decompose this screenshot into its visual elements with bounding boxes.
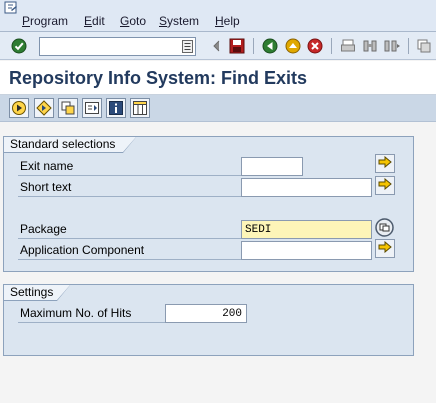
exit-name-label: Exit name: [20, 159, 74, 173]
maximum-hits-input[interactable]: [165, 304, 247, 323]
field-underline: [18, 196, 242, 197]
find-icon[interactable]: [360, 36, 380, 56]
enter-icon[interactable]: [9, 36, 29, 56]
multiple-selection-arrow-icon: [378, 177, 392, 193]
multiple-selection-arrow-icon: [378, 155, 392, 171]
command-input[interactable]: [40, 38, 180, 55]
toolbar-separator: [253, 38, 254, 54]
settings-group: Settings Maximum No. of Hits: [3, 284, 414, 356]
field-underline: [18, 238, 242, 239]
short-text-label: Short text: [20, 180, 72, 194]
short-text-multiple-selection-button[interactable]: [375, 176, 395, 195]
package-input[interactable]: [241, 220, 372, 239]
cancel-icon[interactable]: [305, 36, 325, 56]
application-component-label: Application Component: [20, 243, 145, 257]
multiple-selection-arrow-icon: [378, 240, 392, 256]
menu-bar: Program Edit Goto System Help: [0, 0, 436, 32]
application-toolbar: [0, 95, 436, 122]
package-search-help-button[interactable]: [374, 218, 394, 240]
menu-system[interactable]: System: [159, 14, 199, 28]
menu-help[interactable]: Help: [215, 14, 240, 28]
field-underline: [18, 322, 166, 323]
system-menu-icon[interactable]: [4, 1, 22, 15]
exit-icon[interactable]: [283, 36, 303, 56]
package-label: Package: [20, 222, 67, 236]
menu-program[interactable]: Program: [22, 14, 68, 28]
layout-icon[interactable]: [130, 98, 150, 118]
exit-name-input[interactable]: [241, 157, 303, 176]
application-component-input[interactable]: [241, 241, 372, 260]
toolbar-separator: [331, 38, 332, 54]
create-session-icon[interactable]: [414, 36, 434, 56]
standard-selections-group: Standard selections Exit name Short text…: [3, 136, 414, 272]
title-bar: Repository Info System: Find Exits: [0, 61, 436, 95]
exit-name-multiple-selection-button[interactable]: [375, 154, 395, 173]
print-icon[interactable]: [338, 36, 358, 56]
field-underline: [18, 259, 242, 260]
back-nav-icon[interactable]: [206, 36, 226, 56]
dynamic-selection-icon[interactable]: [82, 98, 102, 118]
settings-title: Settings: [3, 284, 71, 301]
other-selections-icon[interactable]: [34, 98, 54, 118]
page-title: Repository Info System: Find Exits: [9, 68, 308, 88]
menu-goto[interactable]: Goto: [120, 14, 146, 28]
history-dropdown-icon[interactable]: [182, 40, 193, 53]
back-icon[interactable]: [260, 36, 280, 56]
search-help-icon: [374, 218, 394, 240]
application-component-multiple-selection-button[interactable]: [375, 239, 395, 258]
standard-selections-title: Standard selections: [3, 136, 137, 153]
system-toolbar: [0, 32, 436, 60]
save-icon[interactable]: [227, 36, 247, 56]
copy-selections-icon[interactable]: [58, 98, 78, 118]
short-text-input[interactable]: [241, 178, 372, 197]
maximum-hits-label: Maximum No. of Hits: [20, 306, 132, 320]
menu-edit[interactable]: Edit: [84, 14, 105, 28]
toolbar-separator: [408, 38, 409, 54]
command-field[interactable]: [39, 37, 196, 56]
field-underline: [18, 175, 242, 176]
find-next-icon[interactable]: [382, 36, 402, 56]
information-icon[interactable]: [106, 98, 126, 118]
execute-icon[interactable]: [9, 98, 29, 118]
